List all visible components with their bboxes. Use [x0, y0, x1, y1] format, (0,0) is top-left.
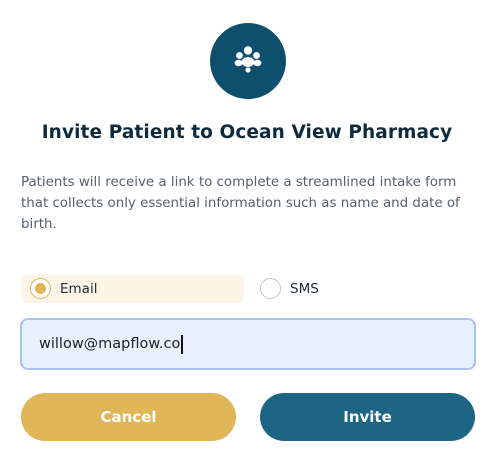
text-caret — [181, 334, 183, 354]
cancel-button[interactable]: Cancel — [21, 393, 236, 441]
invite-button[interactable]: Invite — [260, 393, 475, 441]
sms-radio-button[interactable] — [260, 278, 281, 299]
email-option-label: Email — [60, 280, 98, 297]
contact-method-sms-option[interactable]: SMS — [258, 274, 358, 303]
email-radio-button[interactable] — [30, 278, 51, 299]
dialog-description: Patients will receive a link to complete… — [21, 175, 460, 232]
sms-option-label: SMS — [290, 280, 319, 297]
email-field-value: willow@mapflow.co — [39, 336, 181, 352]
invite-patient-dialog: Invite Patient to Ocean View Pharmacy Pa… — [0, 0, 494, 464]
dialog-title: Invite Patient to Ocean View Pharmacy — [41, 122, 453, 143]
people-group-icon — [210, 23, 286, 99]
contact-method-email-option[interactable]: Email — [21, 274, 244, 303]
email-field[interactable]: willow@mapflow.co — [20, 318, 476, 370]
